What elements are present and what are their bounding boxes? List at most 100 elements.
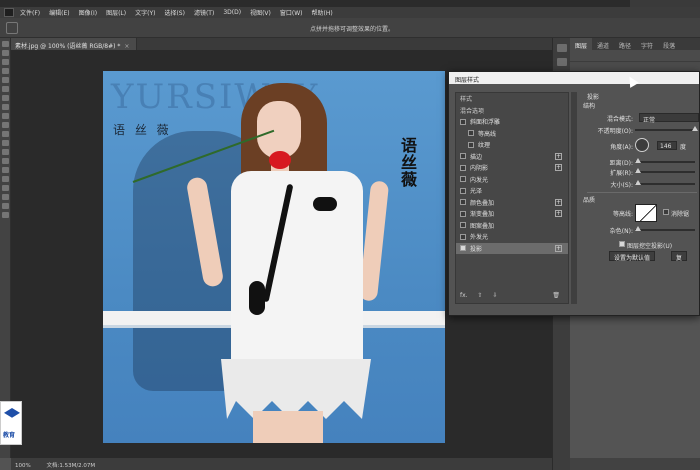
document-tab[interactable]: 素材.jpg @ 100% (语丝薇 RGB/8#) * × [11, 38, 137, 50]
brush-tool-icon[interactable] [2, 104, 9, 110]
contour-checkbox[interactable] [468, 130, 474, 137]
move-up-icon[interactable]: ⇧ [478, 292, 483, 299]
layers-filter-row[interactable] [570, 50, 700, 62]
gradient-tool-icon[interactable] [2, 140, 9, 146]
properties-panel-icon[interactable] [557, 58, 567, 66]
style-gradient-overlay[interactable]: 渐变叠加 + [456, 208, 568, 220]
style-bevel-emboss[interactable]: 斜面和浮雕 [456, 116, 568, 128]
spread-slider[interactable] [635, 168, 695, 173]
knockout-checkbox[interactable] [619, 241, 625, 247]
move-tool-icon[interactable] [6, 22, 18, 34]
lasso-tool-icon[interactable] [2, 59, 9, 65]
eyedropper-tool-icon[interactable] [2, 86, 9, 92]
bevel-checkbox[interactable] [460, 118, 466, 125]
noise-slider[interactable] [635, 226, 695, 231]
add-color-overlay-icon[interactable]: + [555, 198, 562, 206]
tab-paragraph[interactable]: 段落 [658, 38, 680, 50]
tab-channels[interactable]: 通道 [592, 38, 614, 50]
style-list-scrollbar[interactable] [571, 92, 577, 304]
tab-paths[interactable]: 路径 [614, 38, 636, 50]
angle-input[interactable]: 146 [657, 141, 677, 150]
dodge-tool-icon[interactable] [2, 158, 9, 164]
tab-character[interactable]: 字符 [636, 38, 658, 50]
zoom-tool-icon[interactable] [2, 212, 9, 218]
close-tab-icon[interactable]: × [124, 43, 129, 50]
style-contour[interactable]: 等高线 [456, 128, 568, 140]
crop-tool-icon[interactable] [2, 77, 9, 83]
history-panel-icon[interactable] [557, 44, 567, 52]
menu-edit[interactable]: 编辑(E) [49, 8, 69, 17]
texture-checkbox[interactable] [468, 141, 474, 148]
menu-help[interactable]: 帮助(H) [312, 8, 333, 17]
ps-logo-icon[interactable] [4, 8, 14, 17]
healing-tool-icon[interactable] [2, 95, 9, 101]
tab-layers[interactable]: 图层 [570, 38, 593, 50]
canvas-image[interactable]: YURSIWAY 语 丝 薇 语丝薇 [103, 71, 445, 443]
menu-file[interactable]: 文件(F) [20, 8, 40, 17]
move-tool-icon[interactable] [2, 41, 9, 47]
style-texture[interactable]: 纹理 [456, 139, 568, 151]
dialog-title[interactable]: 图层样式 [449, 72, 699, 84]
magic-wand-tool-icon[interactable] [2, 68, 9, 74]
hand-tool-icon[interactable] [2, 203, 9, 209]
trash-icon[interactable]: 🗑 [552, 292, 560, 299]
opacity-slider[interactable] [635, 126, 698, 131]
menu-select[interactable]: 选择(S) [164, 8, 185, 17]
zoom-level[interactable]: 100% [15, 463, 31, 469]
history-brush-tool-icon[interactable] [2, 122, 9, 128]
fx-icon[interactable]: fx. [460, 292, 468, 299]
size-slider-thumb[interactable] [635, 180, 641, 185]
menu-layer[interactable]: 图层(L) [106, 8, 126, 17]
add-drop-shadow-icon[interactable]: + [555, 244, 562, 252]
menu-type[interactable]: 文字(Y) [135, 8, 155, 17]
stroke-checkbox[interactable] [460, 153, 466, 160]
style-stroke[interactable]: 描边 + [456, 151, 568, 163]
style-satin[interactable]: 光泽 [456, 185, 568, 197]
style-blending-options[interactable]: 混合选项 [456, 105, 568, 117]
path-select-tool-icon[interactable] [2, 185, 9, 191]
distance-slider-thumb[interactable] [635, 158, 641, 163]
contour-picker[interactable] [635, 204, 657, 222]
blur-tool-icon[interactable] [2, 149, 9, 155]
spread-slider-thumb[interactable] [635, 168, 641, 173]
doc-size-info[interactable]: 文档:1.53M/2.07M [46, 463, 95, 469]
menu-filter[interactable]: 滤镜(T) [194, 8, 214, 17]
marquee-tool-icon[interactable] [2, 50, 9, 56]
eraser-tool-icon[interactable] [2, 131, 9, 137]
blend-mode-select[interactable]: 正常 [639, 113, 699, 124]
satin-checkbox[interactable] [460, 187, 466, 194]
style-inner-glow[interactable]: 内发光 [456, 174, 568, 186]
outer-glow-checkbox[interactable] [460, 233, 466, 240]
menu-3d[interactable]: 3D(D) [223, 9, 241, 16]
menu-view[interactable]: 视图(V) [250, 8, 271, 17]
add-stroke-icon[interactable]: + [555, 152, 562, 160]
distance-slider[interactable] [635, 158, 695, 163]
pattern-overlay-checkbox[interactable] [460, 222, 466, 229]
menu-image[interactable]: 图像(I) [79, 8, 97, 17]
inner-shadow-checkbox[interactable] [460, 164, 466, 171]
add-inner-shadow-icon[interactable]: + [555, 164, 562, 171]
inner-glow-checkbox[interactable] [460, 176, 466, 183]
color-overlay-checkbox[interactable] [460, 199, 466, 206]
style-pattern-overlay[interactable]: 图案叠加 [456, 220, 568, 232]
type-tool-icon[interactable] [2, 176, 9, 182]
opacity-slider-thumb[interactable] [692, 126, 698, 131]
style-color-overlay[interactable]: 颜色叠加 + [456, 197, 568, 209]
angle-dial[interactable] [635, 138, 649, 152]
gradient-overlay-checkbox[interactable] [460, 210, 466, 217]
style-inner-shadow[interactable]: 内阴影 + [456, 162, 568, 174]
stamp-tool-icon[interactable] [2, 113, 9, 119]
antialias-checkbox[interactable] [663, 209, 669, 215]
reset-default-button[interactable]: 复 [671, 251, 688, 262]
make-default-button[interactable]: 设置为默认值 [609, 251, 656, 262]
menu-window[interactable]: 窗口(W) [280, 8, 303, 17]
size-slider[interactable] [635, 180, 695, 185]
drop-shadow-checkbox[interactable] [460, 245, 466, 252]
style-drop-shadow[interactable]: 投影 + [456, 242, 568, 254]
pen-tool-icon[interactable] [2, 167, 9, 173]
add-gradient-overlay-icon[interactable]: + [555, 210, 562, 217]
style-outer-glow[interactable]: 外发光 [456, 231, 568, 243]
shape-tool-icon[interactable] [2, 194, 9, 200]
move-down-icon[interactable]: ⇩ [492, 292, 497, 299]
noise-slider-thumb[interactable] [635, 226, 641, 231]
